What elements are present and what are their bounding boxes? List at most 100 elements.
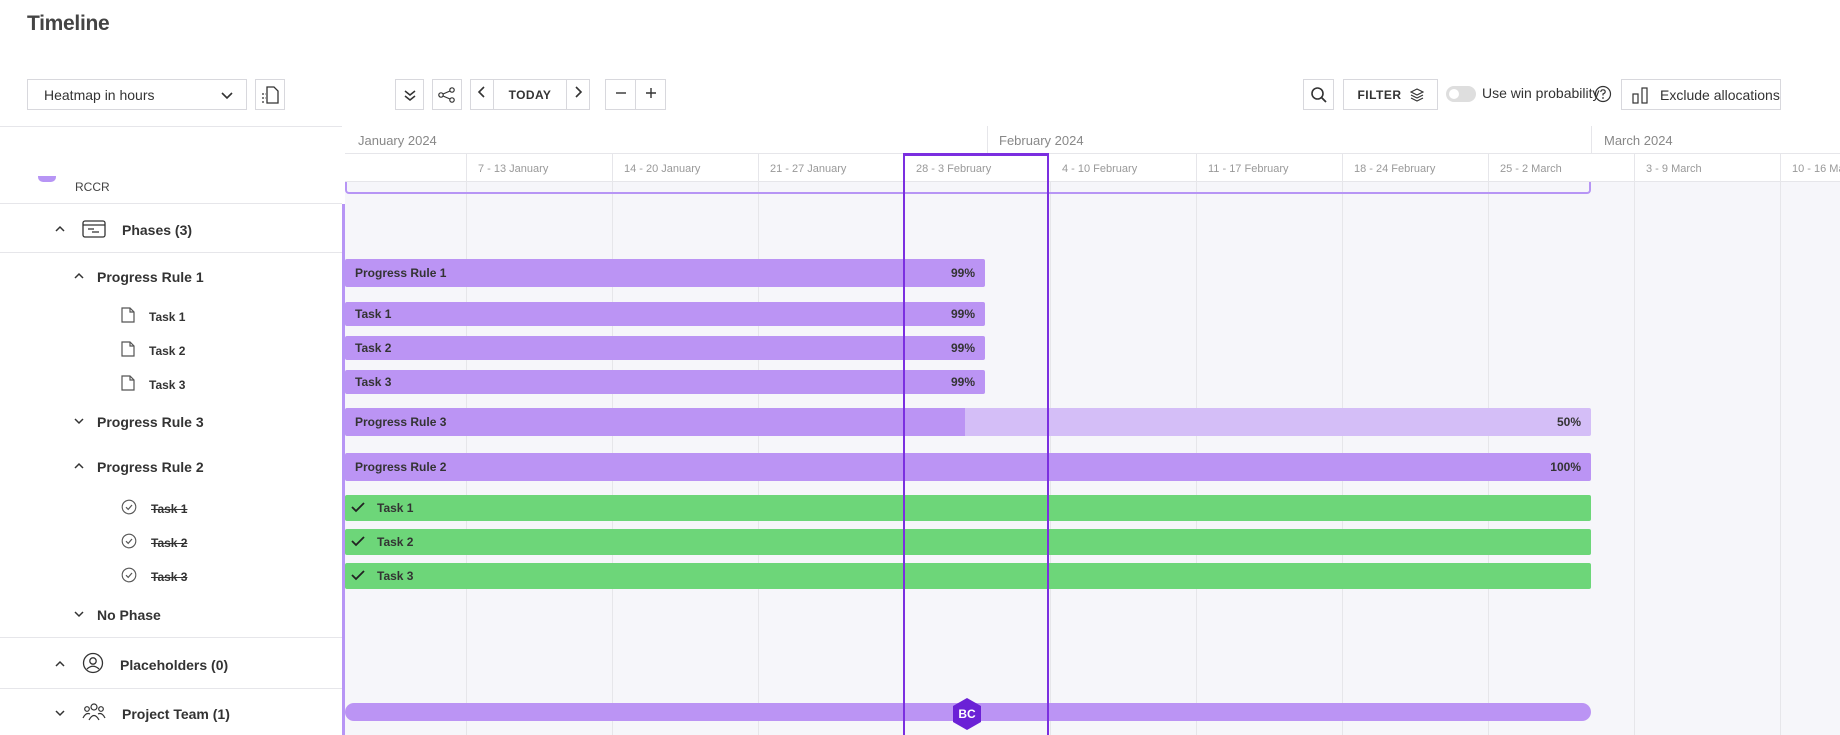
export-button[interactable] bbox=[255, 79, 285, 110]
win-probability-toggle[interactable] bbox=[1446, 86, 1476, 102]
month-header: January 2024 February 2024 March 2024 bbox=[345, 126, 1840, 154]
bar-label: Progress Rule 1 bbox=[355, 266, 447, 280]
win-probability-label: Use win probability bbox=[1482, 85, 1600, 101]
week-gridline bbox=[1780, 182, 1781, 735]
week-header: 7 - 13 January 14 - 20 January 21 - 27 J… bbox=[345, 154, 1840, 182]
bar-percentage: 99% bbox=[950, 341, 975, 355]
project-team-row[interactable]: Project Team (1) bbox=[54, 702, 230, 725]
month-divider bbox=[1591, 126, 1592, 154]
completed-task-bar[interactable]: Task 1 bbox=[345, 495, 1591, 521]
page-title: Timeline bbox=[27, 12, 110, 35]
filter-label: FILTER bbox=[1357, 87, 1402, 102]
week-divider bbox=[466, 154, 467, 182]
next-period-button[interactable] bbox=[567, 80, 589, 109]
phases-row[interactable]: Phases (3) bbox=[54, 219, 192, 240]
prev-period-button[interactable] bbox=[471, 80, 494, 109]
check-circle-icon bbox=[121, 533, 137, 552]
task-bar[interactable]: Task 3 99% bbox=[345, 370, 985, 394]
search-icon bbox=[1310, 86, 1328, 104]
filter-button[interactable]: FILTER bbox=[1343, 79, 1438, 110]
check-circle-icon bbox=[121, 567, 137, 586]
bar-label: Progress Rule 3 bbox=[355, 415, 447, 429]
chevron-up-icon[interactable] bbox=[73, 269, 85, 285]
chevron-down-icon[interactable] bbox=[54, 706, 66, 722]
bar-label: Task 3 bbox=[377, 569, 414, 583]
bar-percentage: 99% bbox=[950, 266, 975, 280]
week-divider bbox=[612, 154, 613, 182]
completed-task-row[interactable]: Task 1 bbox=[121, 499, 187, 518]
heatmap-select-value: Heatmap in hours bbox=[44, 86, 155, 103]
week-divider bbox=[1196, 154, 1197, 182]
task-bar[interactable]: Task 2 99% bbox=[345, 336, 985, 360]
bar-label: Progress Rule 2 bbox=[355, 460, 447, 474]
dependencies-button[interactable] bbox=[432, 79, 462, 110]
project-outline bbox=[345, 180, 1591, 194]
completed-task-bar[interactable]: Task 2 bbox=[345, 529, 1591, 555]
check-icon bbox=[351, 569, 365, 584]
bar-percentage: 100% bbox=[1550, 460, 1581, 474]
completed-task-row[interactable]: Task 3 bbox=[121, 567, 187, 586]
task-bar[interactable]: Task 1 99% bbox=[345, 302, 985, 326]
zoom-in-button[interactable] bbox=[636, 80, 665, 109]
progress-rule-1-row[interactable]: Progress Rule 1 bbox=[73, 269, 204, 285]
week-divider bbox=[1780, 154, 1781, 182]
month-label: March 2024 bbox=[1604, 133, 1673, 148]
chevron-up-icon[interactable] bbox=[73, 459, 85, 475]
week-label: 4 - 10 February bbox=[1062, 163, 1138, 175]
chevron-down-icon[interactable] bbox=[73, 607, 85, 623]
month-divider bbox=[987, 126, 988, 154]
chevron-up-icon[interactable] bbox=[54, 222, 66, 238]
progress-rule-3-row[interactable]: Progress Rule 3 bbox=[73, 414, 204, 430]
placeholders-label: Placeholders (0) bbox=[120, 656, 229, 673]
heatmap-select[interactable]: Heatmap in hours bbox=[27, 79, 247, 110]
export-file-icon bbox=[261, 85, 279, 105]
task-label: Task 1 bbox=[151, 501, 188, 516]
team-member-avatar[interactable]: BC bbox=[951, 697, 983, 731]
progress-rule-3-bar[interactable]: Progress Rule 3 50% bbox=[345, 408, 1591, 436]
completed-task-bar[interactable]: Task 3 bbox=[345, 563, 1591, 589]
chevron-down-icon[interactable] bbox=[73, 414, 85, 430]
help-icon[interactable] bbox=[1594, 85, 1612, 108]
week-label: 28 - 3 February bbox=[916, 163, 992, 175]
exclude-allocations-button[interactable]: Exclude allocations bbox=[1621, 79, 1781, 110]
bar-label: Task 2 bbox=[355, 341, 392, 355]
minus-icon bbox=[615, 86, 627, 104]
project-team-label: Project Team (1) bbox=[122, 705, 230, 722]
collapse-all-button[interactable] bbox=[395, 79, 424, 110]
progress-rule-1-bar[interactable]: Progress Rule 1 99% bbox=[345, 259, 985, 287]
task-row[interactable]: Task 1 bbox=[121, 307, 185, 326]
file-icon bbox=[121, 341, 135, 360]
week-label: 18 - 24 February bbox=[1354, 163, 1436, 175]
bar-percentage: 99% bbox=[950, 375, 975, 389]
task-label: Task 2 bbox=[149, 343, 186, 358]
today-button[interactable]: TODAY bbox=[494, 80, 568, 109]
week-label: 21 - 27 January bbox=[770, 163, 847, 175]
bar-label: Task 2 bbox=[377, 535, 414, 549]
task-row[interactable]: Task 3 bbox=[121, 375, 185, 394]
completed-task-row[interactable]: Task 2 bbox=[121, 533, 187, 552]
task-label: Task 2 bbox=[151, 535, 188, 550]
week-label: 11 - 17 February bbox=[1208, 163, 1289, 175]
date-navigation: TODAY bbox=[470, 79, 590, 110]
progress-rule-2-bar[interactable]: Progress Rule 2 100% bbox=[345, 453, 1591, 481]
week-label: 3 - 9 March bbox=[1646, 163, 1702, 175]
task-label: Task 1 bbox=[149, 309, 186, 324]
progress-rule-2-row[interactable]: Progress Rule 2 bbox=[73, 459, 204, 475]
placeholders-row[interactable]: Placeholders (0) bbox=[54, 652, 228, 677]
week-label: 25 - 2 March bbox=[1500, 163, 1562, 175]
week-divider bbox=[758, 154, 759, 182]
search-button[interactable] bbox=[1303, 79, 1334, 110]
no-phase-row[interactable]: No Phase bbox=[73, 607, 161, 623]
chevron-right-icon bbox=[573, 85, 583, 104]
chevron-left-icon bbox=[477, 85, 487, 104]
week-gridline bbox=[1634, 182, 1635, 735]
bar-percentage: 50% bbox=[1556, 415, 1581, 429]
share-nodes-icon bbox=[438, 86, 456, 103]
chevron-up-icon[interactable] bbox=[54, 657, 66, 673]
file-icon bbox=[121, 375, 135, 394]
zoom-out-button[interactable] bbox=[606, 80, 637, 109]
bar-label: Task 3 bbox=[355, 375, 392, 389]
task-row[interactable]: Task 2 bbox=[121, 341, 185, 360]
progress-rule-3-label: Progress Rule 3 bbox=[97, 414, 204, 430]
left-panel: RCCR Phases (3) Progress Rule 1 Task 1 T… bbox=[0, 126, 342, 735]
